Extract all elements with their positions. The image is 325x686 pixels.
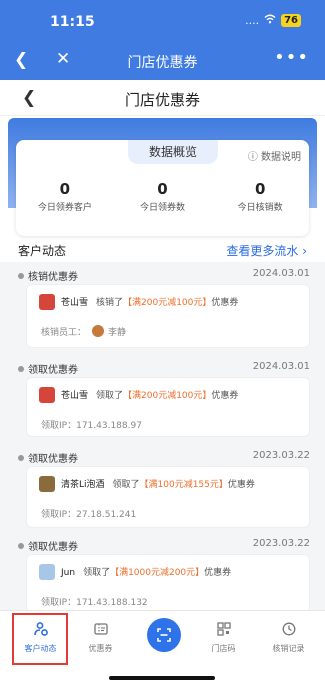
entry-action: 领取了 bbox=[96, 391, 124, 401]
data-help-link[interactable]: ⓘ 数据说明 bbox=[248, 148, 301, 163]
coupon-name: 【满200元减100元】 bbox=[123, 298, 212, 308]
signal-icon: .... bbox=[245, 14, 260, 27]
history-icon bbox=[256, 621, 321, 641]
user-name: Jun bbox=[61, 568, 76, 578]
tab-label: 门店码 bbox=[211, 644, 236, 653]
entry-card[interactable]: 清茶Li泡酒 领取了【满100元减155元】优惠券 领取IP：27.18.51.2… bbox=[26, 466, 310, 528]
entry-meta: 领取IP：171.43.188.97 bbox=[41, 418, 142, 431]
wifi-icon bbox=[264, 14, 276, 27]
stat-redemptions: 0 今日核销数 bbox=[211, 180, 309, 213]
tab-store-code[interactable]: 门店码 bbox=[191, 611, 256, 667]
entry-description: Jun 领取了【满1000元减200元】优惠券 bbox=[61, 565, 231, 578]
meta-value: 171.43.188.132 bbox=[76, 598, 148, 608]
stat-value: 0 bbox=[254, 180, 266, 198]
more-menu-button[interactable]: ••• bbox=[274, 47, 309, 68]
stat-customers: 0 今日领券客户 bbox=[16, 180, 114, 213]
customer-activity-header: 客户动态 查看更多流水 › bbox=[18, 242, 307, 258]
coupon-icon bbox=[68, 621, 133, 641]
user-avatar bbox=[39, 294, 55, 310]
meta-label: 核销员工： bbox=[41, 328, 87, 338]
entry-description: 苍山雪 核销了【满200元减100元】优惠券 bbox=[61, 295, 238, 308]
stat-label: 今日领券数 bbox=[140, 203, 186, 213]
activity-feed[interactable]: 核销优惠券 2024.03.01 苍山雪 核销了【满200元减100元】优惠券 核… bbox=[0, 262, 325, 610]
entry-date: 2023.03.22 bbox=[252, 450, 310, 461]
entry-type: 领取优惠券 bbox=[18, 538, 78, 553]
section-title: 客户动态 bbox=[18, 244, 67, 258]
home-indicator bbox=[109, 676, 215, 680]
selected-tab-highlight bbox=[12, 613, 68, 665]
user-avatar bbox=[39, 387, 55, 403]
meta-label: 领取IP： bbox=[41, 598, 77, 608]
entry-date: 2023.03.22 bbox=[252, 538, 310, 549]
overview-title: 数据概览 bbox=[128, 140, 218, 164]
tab-redemption-history[interactable]: 核销记录 bbox=[256, 611, 321, 667]
meta-label: 领取IP： bbox=[41, 510, 77, 520]
entry-date: 2024.03.01 bbox=[252, 361, 310, 372]
coupon-suffix: 优惠券 bbox=[204, 568, 232, 578]
entry-card[interactable]: 苍山雪 核销了【满200元减100元】优惠券 核销员工： 李静 bbox=[26, 284, 310, 348]
meta-value: 171.43.188.97 bbox=[76, 421, 142, 431]
entry-date: 2024.03.01 bbox=[252, 268, 310, 279]
entry-description: 清茶Li泡酒 领取了【满100元减155元】优惠券 bbox=[61, 477, 255, 490]
user-name: 苍山雪 bbox=[61, 391, 89, 401]
coupon-suffix: 优惠券 bbox=[211, 391, 239, 401]
stat-label: 今日核销数 bbox=[237, 203, 283, 213]
question-icon: ⓘ bbox=[247, 152, 258, 163]
entry-type: 领取优惠券 bbox=[18, 361, 78, 376]
stat-label: 今日领券客户 bbox=[37, 203, 92, 213]
status-icons: .... 76 bbox=[245, 14, 301, 27]
entry-type: 领取优惠券 bbox=[18, 450, 78, 465]
user-name: 清茶Li泡酒 bbox=[61, 480, 105, 490]
data-help-label: 数据说明 bbox=[261, 152, 301, 163]
meta-value: 27.18.51.241 bbox=[76, 510, 137, 520]
tab-label: 核销记录 bbox=[272, 644, 305, 653]
coupon-name: 【满200元减100元】 bbox=[123, 391, 212, 401]
entry-action: 核销了 bbox=[96, 298, 124, 308]
meta-label: 领取IP： bbox=[41, 421, 77, 431]
page-title: 门店优惠券 bbox=[124, 91, 200, 109]
entry-meta: 领取IP：27.18.51.241 bbox=[41, 507, 136, 520]
tab-label: 优惠券 bbox=[88, 644, 113, 653]
stat-value: 0 bbox=[59, 180, 71, 198]
user-avatar bbox=[39, 564, 55, 580]
user-avatar bbox=[39, 476, 55, 492]
tab-coupons[interactable]: 优惠券 bbox=[68, 611, 133, 667]
scan-button[interactable] bbox=[147, 618, 181, 652]
entry-action: 领取了 bbox=[112, 480, 140, 490]
coupon-suffix: 优惠券 bbox=[211, 298, 239, 308]
coupon-name: 【满1000元减200元】 bbox=[110, 568, 205, 578]
stat-coupons: 0 今日领券数 bbox=[114, 180, 212, 213]
stat-value: 0 bbox=[157, 180, 168, 198]
entry-description: 苍山雪 领取了【满200元减100元】优惠券 bbox=[61, 388, 238, 401]
app-bar: ❮ ✕ 门店优惠券 ••• bbox=[0, 42, 325, 80]
entry-meta: 核销员工： 李静 bbox=[41, 325, 126, 338]
meta-value: 李静 bbox=[108, 328, 127, 338]
stats-row: 0 今日领券客户 0 今日领券数 0 今日核销数 bbox=[16, 180, 309, 213]
entry-action: 领取了 bbox=[83, 568, 111, 578]
status-bar: 11:15 .... 76 bbox=[0, 0, 325, 42]
scan-icon bbox=[156, 626, 172, 644]
staff-avatar bbox=[92, 325, 105, 337]
coupon-suffix: 优惠券 bbox=[227, 480, 255, 490]
view-more-link[interactable]: 查看更多流水 › bbox=[226, 242, 307, 259]
entry-meta: 领取IP：171.43.188.132 bbox=[41, 595, 148, 608]
data-overview-card: 数据概览 ⓘ 数据说明 0 今日领券客户 0 今日领券数 0 今日核销数 bbox=[16, 140, 309, 236]
entry-card[interactable]: 苍山雪 领取了【满200元减100元】优惠券 领取IP：171.43.188.97 bbox=[26, 377, 310, 437]
user-name: 苍山雪 bbox=[61, 298, 89, 308]
page-header: ❮ 门店优惠券 bbox=[0, 80, 325, 116]
coupon-name: 【满100元减155元】 bbox=[139, 480, 228, 490]
battery-indicator: 76 bbox=[281, 14, 301, 27]
status-time: 11:15 bbox=[50, 14, 95, 30]
qrcode-icon bbox=[191, 621, 256, 641]
entry-card[interactable]: Jun 领取了【满1000元减200元】优惠券 领取IP：171.43.188.1… bbox=[26, 554, 310, 610]
entry-type: 核销优惠券 bbox=[18, 268, 78, 283]
